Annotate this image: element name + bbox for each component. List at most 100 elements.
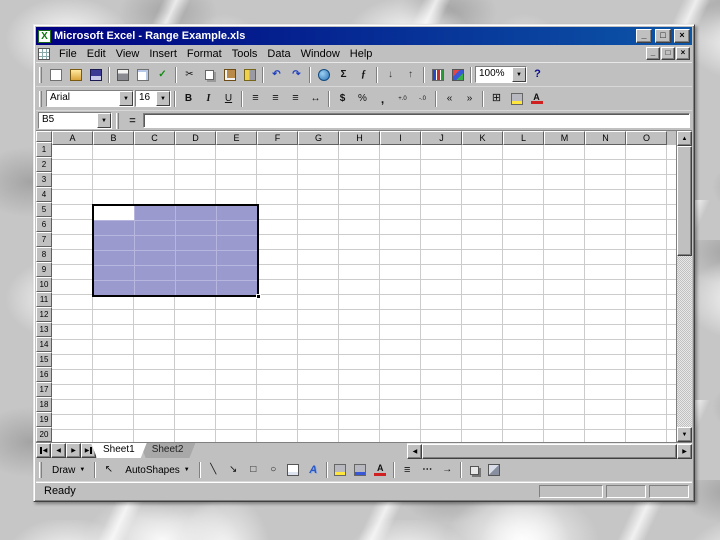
increase-decimal-button[interactable]: +.0 [393, 89, 412, 108]
font-size-dropdown-button[interactable]: ▼ [156, 91, 170, 106]
column-header-f[interactable]: F [257, 131, 298, 145]
3d-button[interactable] [484, 461, 504, 479]
horizontal-scrollbar[interactable]: ◀ ▶ [407, 443, 692, 459]
cells[interactable] [52, 145, 676, 442]
row-header-11[interactable]: 11 [36, 292, 52, 307]
print-preview-button[interactable] [133, 65, 152, 84]
workbook-minimize-button[interactable]: _ [646, 47, 660, 60]
row-header-16[interactable]: 16 [36, 367, 52, 382]
column-header-a[interactable]: A [52, 131, 93, 145]
row-header-15[interactable]: 15 [36, 352, 52, 367]
name-box-dropdown-button[interactable]: ▼ [97, 113, 111, 128]
italic-button[interactable]: I [199, 89, 218, 108]
sheet-tab-sheet2[interactable]: Sheet2 [140, 443, 196, 458]
chart-wizard-button[interactable] [428, 65, 447, 84]
decrease-decimal-button[interactable]: -.0 [413, 89, 432, 108]
sort-ascending-button[interactable]: ↓ [381, 65, 400, 84]
font-color-button[interactable]: A [370, 461, 390, 479]
horizontal-scroll-thumb[interactable] [422, 444, 677, 459]
menu-item-data[interactable]: Data [262, 47, 295, 61]
close-button[interactable]: × [674, 29, 690, 43]
decrease-indent-button[interactable]: « [440, 89, 459, 108]
workbook-restore-button[interactable]: □ [661, 47, 675, 60]
row-header-4[interactable]: 4 [36, 187, 52, 202]
draw-menu-button[interactable]: Draw ▼ [46, 461, 91, 479]
row-header-10[interactable]: 10 [36, 277, 52, 292]
zoom-dropdown-button[interactable]: ▼ [512, 67, 526, 82]
menu-item-help[interactable]: Help [345, 47, 378, 61]
column-header-h[interactable]: H [339, 131, 380, 145]
oval-button[interactable]: ○ [263, 461, 283, 479]
formula-input[interactable] [143, 113, 690, 128]
row-header-6[interactable]: 6 [36, 217, 52, 232]
column-header-i[interactable]: I [380, 131, 421, 145]
undo-button[interactable]: ↶ [267, 65, 286, 84]
zoom-combo[interactable]: 100% ▼ [475, 66, 527, 83]
currency-button[interactable]: $ [333, 89, 352, 108]
column-header-k[interactable]: K [462, 131, 503, 145]
dash-style-button[interactable]: ⋯ [417, 461, 437, 479]
row-header-1[interactable]: 1 [36, 142, 52, 157]
arrow-style-button[interactable]: → [437, 461, 457, 479]
increase-indent-button[interactable]: » [460, 89, 479, 108]
align-right-button[interactable]: ≡ [286, 89, 305, 108]
row-header-20[interactable]: 20 [36, 427, 52, 442]
font-name-dropdown-button[interactable]: ▼ [119, 91, 133, 106]
edit-formula-button[interactable]: = [125, 113, 140, 128]
select-objects-button[interactable]: ↖ [99, 461, 119, 479]
redo-button[interactable]: ↷ [287, 65, 306, 84]
column-header-n[interactable]: N [585, 131, 626, 145]
comma-button[interactable]: , [373, 89, 392, 108]
menu-item-tools[interactable]: Tools [227, 47, 263, 61]
arrow-button[interactable]: ↘ [223, 461, 243, 479]
fill-color-button[interactable] [330, 461, 350, 479]
active-cell[interactable] [94, 206, 134, 220]
paste-button[interactable] [220, 65, 239, 84]
menu-item-insert[interactable]: Insert [144, 47, 182, 61]
scroll-right-button[interactable]: ▶ [677, 444, 692, 459]
row-header-3[interactable]: 3 [36, 172, 52, 187]
tab-split-area[interactable] [195, 443, 407, 459]
row-header-19[interactable]: 19 [36, 412, 52, 427]
row-header-8[interactable]: 8 [36, 247, 52, 262]
copy-button[interactable] [200, 65, 219, 84]
cut-button[interactable]: ✂ [180, 65, 199, 84]
menu-item-format[interactable]: Format [182, 47, 227, 61]
vertical-scroll-thumb[interactable] [677, 146, 692, 256]
column-header-m[interactable]: M [544, 131, 585, 145]
rectangle-button[interactable]: □ [243, 461, 263, 479]
text-box-button[interactable] [283, 461, 303, 479]
row-header-12[interactable]: 12 [36, 307, 52, 322]
sort-descending-button[interactable]: ↑ [401, 65, 420, 84]
column-header-g[interactable]: G [298, 131, 339, 145]
align-center-button[interactable]: ≡ [266, 89, 285, 108]
menu-item-window[interactable]: Window [296, 47, 345, 61]
sheet-tab-sheet1[interactable]: Sheet1 [91, 443, 147, 458]
menu-item-file[interactable]: File [54, 47, 82, 61]
print-button[interactable] [113, 65, 132, 84]
paste-function-button[interactable]: ƒ [354, 65, 373, 84]
font-name-combo[interactable]: Arial ▼ [46, 90, 134, 107]
minimize-button[interactable]: _ [636, 29, 652, 43]
row-header-13[interactable]: 13 [36, 322, 52, 337]
fill-color-button[interactable] [507, 89, 526, 108]
align-left-button[interactable]: ≡ [246, 89, 265, 108]
fill-handle[interactable] [256, 294, 261, 299]
maximize-button[interactable]: □ [655, 29, 671, 43]
line-style-button[interactable]: ≡ [397, 461, 417, 479]
column-header-j[interactable]: J [421, 131, 462, 145]
scroll-left-button[interactable]: ◀ [407, 444, 423, 459]
next-sheet-button[interactable]: ▶ [66, 443, 81, 458]
save-button[interactable] [86, 65, 105, 84]
autoshapes-menu-button[interactable]: AutoShapes ▼ [119, 461, 195, 479]
insert-hyperlink-button[interactable] [314, 65, 333, 84]
column-header-l[interactable]: L [503, 131, 544, 145]
merge-center-button[interactable]: ↔ [306, 89, 325, 108]
line-button[interactable]: ╲ [203, 461, 223, 479]
menu-item-view[interactable]: View [111, 47, 145, 61]
previous-sheet-button[interactable]: ◀ [51, 443, 66, 458]
drawing-button[interactable] [448, 65, 467, 84]
select-all-button[interactable] [36, 131, 52, 142]
workbook-close-button[interactable]: × [676, 47, 690, 60]
format-painter-button[interactable] [240, 65, 259, 84]
